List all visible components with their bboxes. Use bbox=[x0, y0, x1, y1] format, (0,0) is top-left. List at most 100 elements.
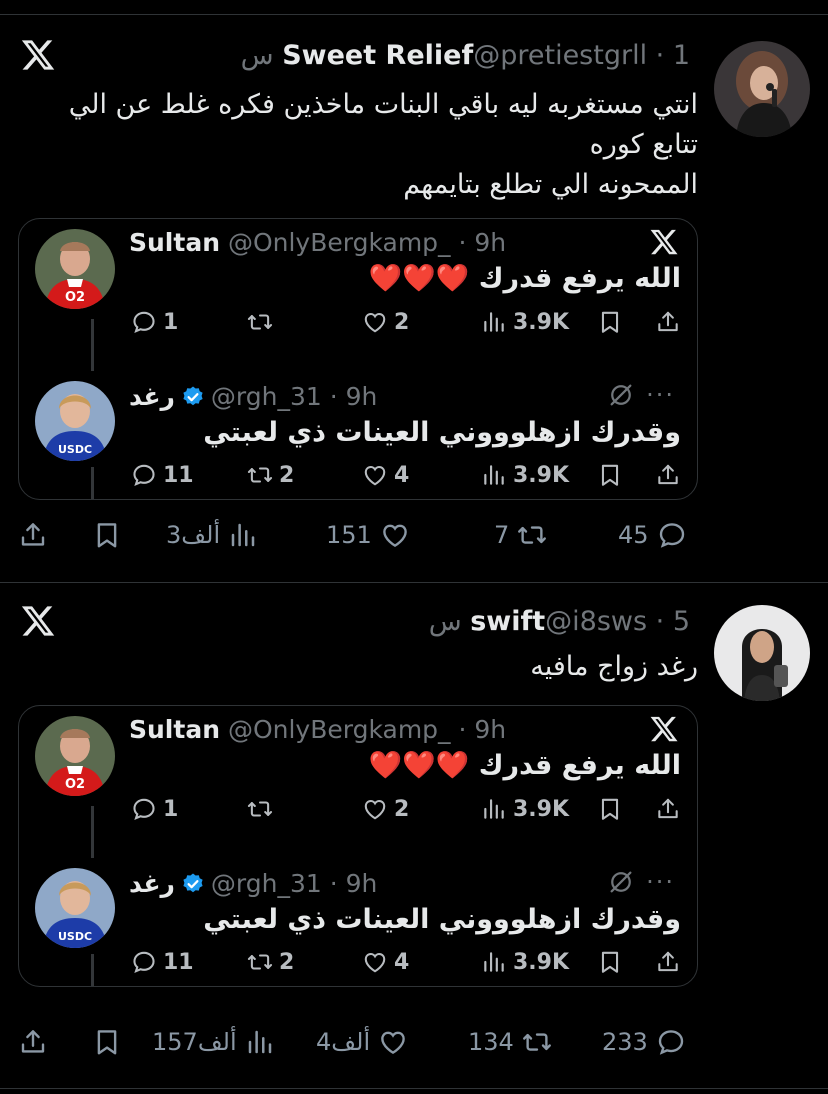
quote-text: وقدرك ازهلوووني العينات ذي لعبتي bbox=[203, 904, 681, 935]
reply-button[interactable]: 233 bbox=[602, 1027, 686, 1057]
handle-and-time[interactable]: @OnlyBergkamp_ · 9h bbox=[228, 715, 506, 744]
quote-text: الله يرفع قدرك ❤️❤️❤️ bbox=[369, 261, 681, 297]
avatar[interactable] bbox=[714, 41, 810, 137]
tweet-header: Sweet Relief@pretiestgrll · 1 س bbox=[241, 39, 698, 73]
view-count: 3.9K bbox=[513, 949, 570, 975]
views-icon bbox=[228, 520, 258, 550]
thread-line bbox=[91, 467, 94, 499]
reply-icon bbox=[131, 462, 157, 488]
reply-icon bbox=[131, 949, 157, 975]
views-icon bbox=[481, 309, 507, 335]
reply-button[interactable]: 11 bbox=[131, 949, 194, 975]
views-icon bbox=[481, 949, 507, 975]
share-button[interactable] bbox=[18, 520, 48, 550]
avatar[interactable]: USDC bbox=[35, 381, 115, 461]
like-count: 2 bbox=[394, 796, 410, 822]
handle-and-time[interactable]: @i8sws · 5 س bbox=[429, 606, 690, 637]
repost-count: 2 bbox=[279, 949, 295, 975]
tweet-card[interactable]: Sweet Relief@pretiestgrll · 1 س انتي مست… bbox=[0, 15, 828, 583]
tweet-text-line: رغد زواج مافيه bbox=[530, 651, 698, 682]
reply-button[interactable]: 1 bbox=[131, 309, 178, 335]
tweet-header: swift@i8sws · 5 س bbox=[429, 605, 698, 639]
verified-icon bbox=[181, 872, 205, 896]
repost-button[interactable] bbox=[247, 309, 273, 335]
mute-icon[interactable] bbox=[607, 868, 635, 896]
like-count: 4 bbox=[394, 462, 410, 488]
bookmark-button[interactable] bbox=[597, 462, 623, 488]
bookmark-icon bbox=[597, 949, 623, 975]
quote-header: رغد @rgh_31 · 9h bbox=[129, 868, 377, 900]
reply-icon bbox=[656, 1027, 686, 1057]
reply-button[interactable]: 45 bbox=[618, 520, 687, 550]
display-name[interactable]: Sultan bbox=[129, 715, 220, 744]
more-options-button[interactable]: ··· bbox=[646, 381, 675, 409]
avatar[interactable]: USDC bbox=[35, 868, 115, 948]
views-button[interactable]: 3.9K bbox=[481, 309, 569, 335]
bookmark-button[interactable] bbox=[92, 520, 122, 550]
tweet-text: انتي مستغربه ليه باقي البنات ماخذين فكره… bbox=[69, 85, 698, 205]
quoted-thread[interactable]: O2 Sultan @OnlyBergkamp_ · 9h الله يرفع … bbox=[18, 705, 698, 987]
quote-header: Sultan @OnlyBergkamp_ · 9h bbox=[129, 714, 506, 746]
display-name[interactable]: swift bbox=[470, 606, 545, 637]
like-button[interactable]: 4 bbox=[362, 949, 409, 975]
x-logo-icon bbox=[20, 37, 56, 73]
repost-button[interactable]: 2 bbox=[247, 949, 294, 975]
handle-and-time[interactable]: @rgh_31 · 9h bbox=[211, 869, 377, 898]
reply-button[interactable]: 1 bbox=[131, 796, 178, 822]
display-name[interactable]: رغد bbox=[129, 382, 175, 411]
view-count: 3.9K bbox=[513, 796, 570, 822]
views-button[interactable]: 157ألف bbox=[152, 1027, 275, 1057]
like-icon bbox=[362, 796, 388, 822]
thread-line bbox=[91, 806, 94, 858]
repost-button[interactable]: 134 bbox=[468, 1027, 552, 1057]
like-button[interactable]: 2 bbox=[362, 309, 409, 335]
svg-text:USDC: USDC bbox=[58, 443, 92, 456]
bookmark-button[interactable] bbox=[597, 949, 623, 975]
quote-text: وقدرك ازهلوووني العينات ذي لعبتي bbox=[203, 417, 681, 448]
like-icon bbox=[378, 1027, 408, 1057]
repost-button[interactable] bbox=[247, 796, 273, 822]
share-button[interactable] bbox=[655, 796, 681, 822]
handle-and-time[interactable]: @rgh_31 · 9h bbox=[211, 382, 377, 411]
like-icon bbox=[362, 949, 388, 975]
more-options-button[interactable]: ··· bbox=[646, 868, 675, 896]
reply-button[interactable]: 11 bbox=[131, 462, 194, 488]
quote-text: الله يرفع قدرك ❤️❤️❤️ bbox=[369, 748, 681, 784]
repost-button[interactable]: 2 bbox=[247, 462, 294, 488]
quote-header: رغد @rgh_31 · 9h bbox=[129, 381, 377, 413]
repost-button[interactable]: 7 bbox=[494, 520, 547, 550]
views-button[interactable]: 3.9K bbox=[481, 462, 569, 488]
display-name[interactable]: Sweet Relief bbox=[282, 40, 473, 71]
like-button[interactable]: 151 bbox=[326, 520, 410, 550]
handle-and-time[interactable]: @OnlyBergkamp_ · 9h bbox=[228, 228, 506, 257]
share-button[interactable] bbox=[18, 1027, 48, 1057]
repost-icon bbox=[517, 520, 547, 550]
bookmark-button[interactable] bbox=[597, 309, 623, 335]
display-name[interactable]: Sultan bbox=[129, 228, 220, 257]
svg-text:USDC: USDC bbox=[58, 930, 92, 943]
quoted-thread[interactable]: O2 Sultan @OnlyBergkamp_ · 9h الله يرفع … bbox=[18, 218, 698, 500]
x-logo-icon bbox=[649, 227, 679, 257]
display-name[interactable]: رغد bbox=[129, 869, 175, 898]
share-button[interactable] bbox=[655, 949, 681, 975]
mute-icon[interactable] bbox=[607, 381, 635, 409]
tweet-card[interactable]: swift@i8sws · 5 س رغد زواج مافيه O2 Sult… bbox=[0, 583, 828, 1093]
views-button[interactable]: 3ألف bbox=[166, 520, 258, 550]
reply-icon bbox=[131, 796, 157, 822]
share-icon bbox=[18, 1027, 48, 1057]
share-button[interactable] bbox=[655, 309, 681, 335]
share-icon bbox=[655, 309, 681, 335]
view-count: 3.9K bbox=[513, 462, 570, 488]
views-button[interactable]: 3.9K bbox=[481, 949, 569, 975]
avatar[interactable]: O2 bbox=[35, 716, 115, 796]
like-button[interactable]: 4 bbox=[362, 462, 409, 488]
avatar[interactable] bbox=[714, 605, 810, 701]
like-button[interactable]: 2 bbox=[362, 796, 409, 822]
avatar[interactable]: O2 bbox=[35, 229, 115, 309]
bookmark-button[interactable] bbox=[597, 796, 623, 822]
views-button[interactable]: 3.9K bbox=[481, 796, 569, 822]
share-button[interactable] bbox=[655, 462, 681, 488]
like-button[interactable]: 4ألف bbox=[316, 1027, 408, 1057]
bookmark-button[interactable] bbox=[92, 1027, 122, 1057]
share-icon bbox=[655, 462, 681, 488]
